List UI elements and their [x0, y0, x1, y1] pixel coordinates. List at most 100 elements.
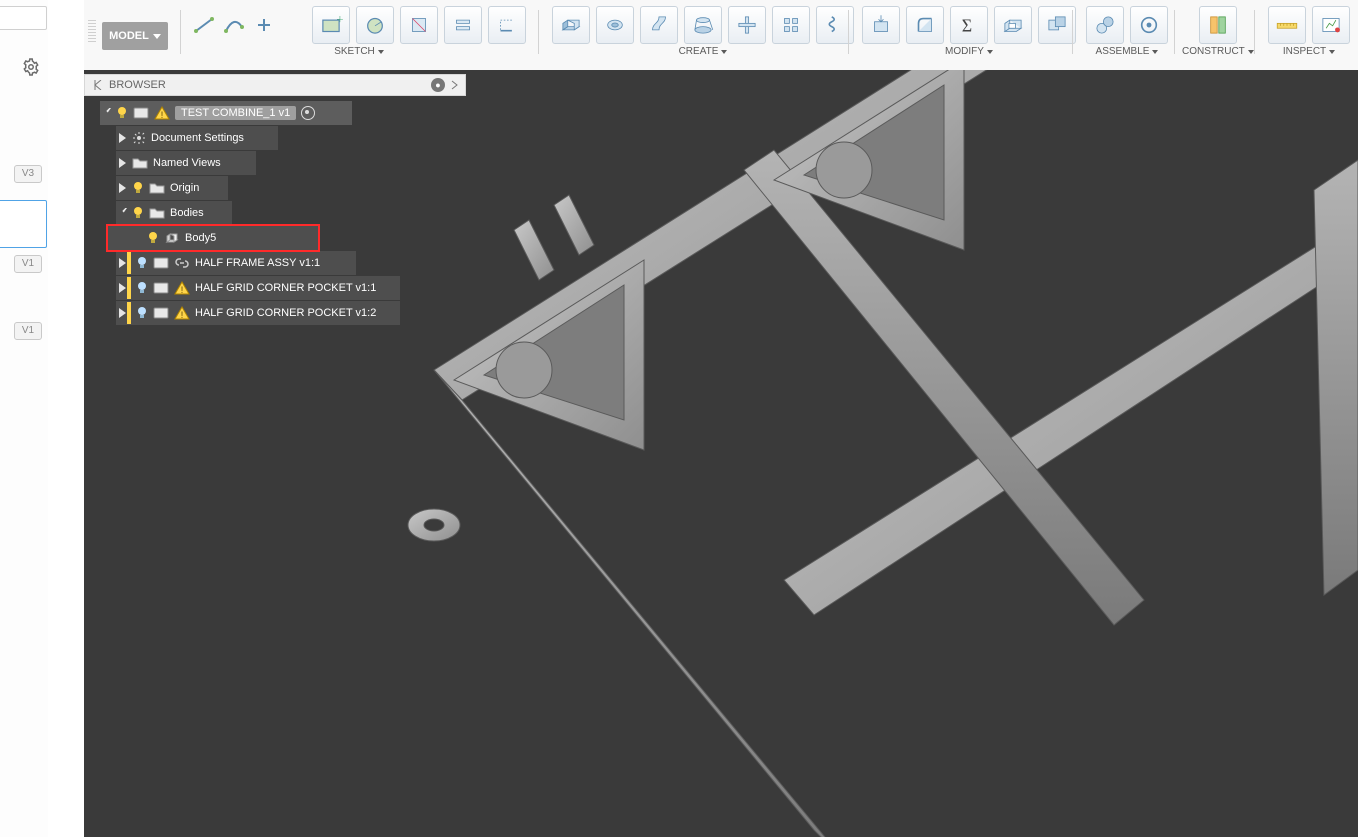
lightbulb-icon[interactable]	[132, 181, 144, 195]
loft-tool[interactable]	[684, 6, 722, 44]
tree-item-half-frame-assy[interactable]: HALF FRAME ASSY v1:1	[116, 251, 356, 275]
sketch-more[interactable]	[282, 13, 306, 37]
svg-text:Σ: Σ	[962, 16, 972, 36]
lightbulb-icon[interactable]	[136, 306, 148, 320]
expand-toggle[interactable]	[117, 183, 127, 193]
line-tool[interactable]	[192, 13, 216, 37]
group-label: CONSTRUCT	[1182, 46, 1245, 57]
tree-label: Origin	[170, 182, 199, 194]
revolve-tool[interactable]	[596, 6, 634, 44]
component-icon	[153, 256, 169, 270]
sigma-tool[interactable]: Σ	[950, 6, 988, 44]
toolbar-separator	[1254, 10, 1255, 54]
workspace-switcher[interactable]: MODEL	[102, 22, 168, 50]
expand-toggle[interactable]	[117, 158, 127, 168]
construct-plane-tool[interactable]	[1199, 6, 1237, 44]
lightbulb-icon[interactable]	[136, 256, 148, 270]
toolbar-group-inspect: INSPECT	[1262, 6, 1356, 57]
toolbar-group-construct: CONSTRUCT	[1182, 6, 1254, 57]
sweep-tool[interactable]	[640, 6, 678, 44]
sidebar-field[interactable]	[0, 6, 47, 30]
dimension-tool[interactable]	[488, 6, 526, 44]
component-icon	[153, 281, 169, 295]
activate-radio[interactable]	[301, 106, 315, 120]
tree-item-corner-pocket-1[interactable]: ! HALF GRID CORNER POCKET v1:1	[116, 276, 400, 300]
warning-icon: !	[154, 106, 170, 120]
selected-panel[interactable]	[0, 200, 47, 248]
measure-tool[interactable]	[1268, 6, 1306, 44]
group-label: ASSEMBLE	[1096, 46, 1150, 57]
workspace-label: MODEL	[109, 30, 149, 42]
tree-label: HALF FRAME ASSY v1:1	[195, 257, 320, 269]
version-badge: V1	[14, 255, 42, 273]
folder-icon	[149, 181, 165, 195]
press-pull-tool[interactable]	[862, 6, 900, 44]
expand-toggle[interactable]	[117, 208, 127, 218]
expand-toggle[interactable]	[101, 108, 111, 118]
svg-text:!: !	[181, 285, 184, 295]
extrude-tool[interactable]	[552, 6, 590, 44]
root-label: TEST COMBINE_1 v1	[175, 106, 296, 120]
expand-toggle[interactable]	[117, 133, 127, 143]
left-sidebar: V3 V1 V1	[0, 0, 49, 837]
expand-toggle[interactable]	[117, 258, 127, 268]
lightbulb-icon[interactable]	[147, 231, 159, 245]
folder-icon	[132, 156, 148, 170]
group-label: CREATE	[679, 46, 719, 57]
rib-tool[interactable]	[728, 6, 766, 44]
active-stripe	[127, 277, 131, 299]
combine-tool[interactable]	[1038, 6, 1076, 44]
tree-label: HALF GRID CORNER POCKET v1:2	[195, 307, 376, 319]
rectangle-tool[interactable]: ＋	[312, 6, 350, 44]
chevron-right-icon	[451, 80, 459, 90]
toolbar-separator	[1072, 10, 1073, 54]
chevron-down-icon	[153, 34, 161, 39]
browser-tree: ! TEST COMBINE_1 v1 Document Settings Na…	[84, 96, 466, 325]
as-built-joint-tool[interactable]	[1130, 6, 1168, 44]
fillet-tool[interactable]	[906, 6, 944, 44]
web-tool[interactable]	[772, 6, 810, 44]
browser-panel: BROWSER ● ! TEST COMBINE_1 v1 Document S…	[84, 74, 466, 325]
expand-toggle[interactable]	[117, 283, 127, 293]
tree-item-origin[interactable]: Origin	[116, 176, 228, 200]
toolbar-separator	[538, 10, 539, 54]
toolbar-group-create: CREATE	[546, 6, 860, 57]
browser-options[interactable]: ●	[431, 78, 445, 92]
tree-label: Bodies	[170, 207, 204, 219]
svg-text:!: !	[181, 310, 184, 320]
browser-header[interactable]: BROWSER ●	[84, 74, 466, 96]
shell-tool[interactable]	[994, 6, 1032, 44]
tree-item-named-views[interactable]: Named Views	[116, 151, 256, 175]
joint-tool[interactable]	[1086, 6, 1124, 44]
expand-toggle[interactable]	[117, 308, 127, 318]
browser-title: BROWSER	[109, 79, 166, 91]
sketch-palette[interactable]	[444, 6, 482, 44]
lightbulb-icon[interactable]	[136, 281, 148, 295]
folder-icon	[149, 206, 165, 220]
toolbar-group-modify: Σ MODIFY	[856, 6, 1082, 57]
lightbulb-icon[interactable]	[116, 106, 128, 120]
circle-tool[interactable]	[356, 6, 394, 44]
gear-icon	[132, 131, 146, 145]
toolbar: MODEL ＋ SKETCH CREATE	[84, 0, 1358, 71]
toolbar-grip[interactable]	[88, 20, 96, 44]
tree-root[interactable]: ! TEST COMBINE_1 v1	[100, 101, 352, 125]
lightbulb-icon[interactable]	[132, 206, 144, 220]
tree-item-corner-pocket-2[interactable]: ! HALF GRID CORNER POCKET v1:2	[116, 301, 400, 325]
arc-tool[interactable]	[222, 13, 246, 37]
chevron-down-icon	[721, 50, 727, 54]
group-label: SKETCH	[334, 46, 375, 57]
svg-text:!: !	[161, 110, 164, 120]
link-icon	[174, 256, 190, 270]
point-tool[interactable]	[252, 13, 276, 37]
inspect-more[interactable]	[1312, 6, 1350, 44]
gear-icon[interactable]	[22, 58, 40, 76]
trim-tool[interactable]	[400, 6, 438, 44]
tree-item-body5[interactable]: Body5	[108, 226, 318, 250]
tree-label: Named Views	[153, 157, 221, 169]
tree-item-bodies[interactable]: Bodies	[116, 201, 232, 225]
toolbar-separator	[180, 10, 181, 54]
tree-label: Body5	[185, 232, 216, 244]
tree-item-document-settings[interactable]: Document Settings	[116, 126, 278, 150]
viewport-3d[interactable]: BROWSER ● ! TEST COMBINE_1 v1 Document S…	[84, 70, 1358, 837]
